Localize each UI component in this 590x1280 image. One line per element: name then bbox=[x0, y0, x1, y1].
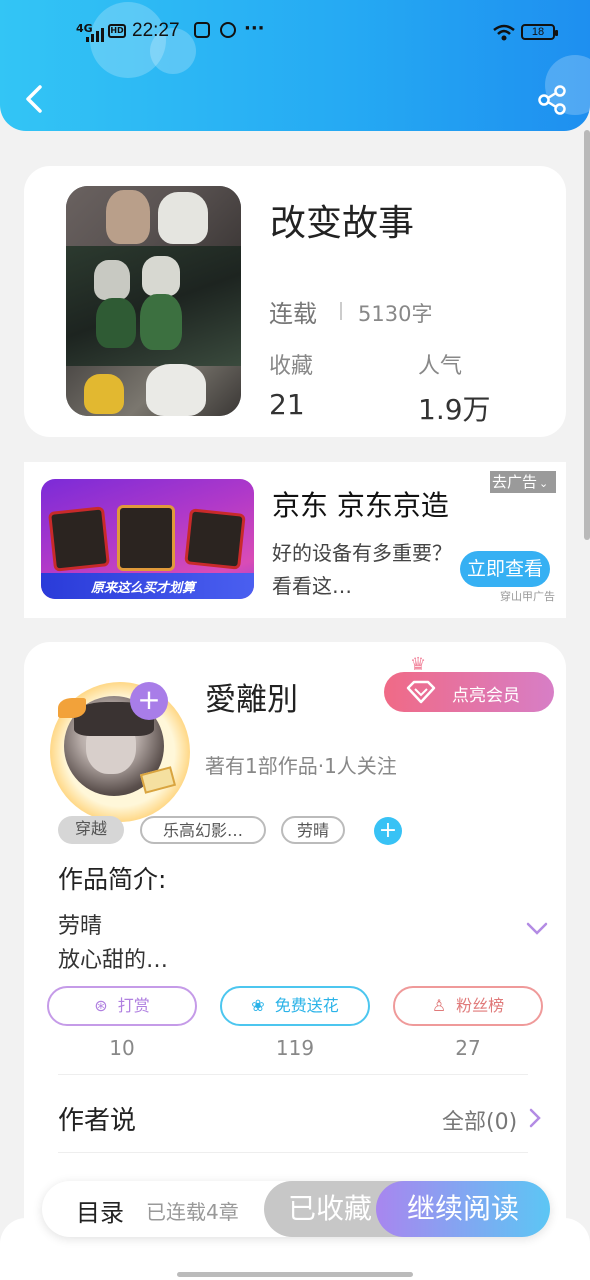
diamond-icon bbox=[406, 680, 436, 704]
book-title: 改变故事 bbox=[270, 203, 415, 244]
ad-source: 穿山甲广告 bbox=[500, 590, 555, 603]
divider bbox=[58, 1074, 528, 1075]
tag-chip[interactable]: 乐高幻影… bbox=[140, 816, 266, 844]
leaf-decor-icon bbox=[58, 698, 86, 718]
book-info-card: 改变故事 连载 5130字 收藏 人气 21 1.9万 bbox=[24, 166, 566, 437]
popularity-label: 人气 bbox=[418, 354, 463, 379]
signal-icon bbox=[86, 28, 106, 42]
more-notifications-icon: ··· bbox=[244, 18, 265, 39]
ad-description: 好的设备有多重要？看看这… bbox=[272, 541, 452, 598]
author-says-heading: 作者说 bbox=[58, 1106, 137, 1136]
close-ad-label: 去广告 bbox=[492, 473, 538, 491]
flower-count: 119 bbox=[275, 1036, 315, 1060]
chapter-count: 已连载4章 bbox=[146, 1200, 239, 1224]
word-count: 5130字 bbox=[358, 302, 433, 326]
ad-cta-button[interactable]: 立即查看 bbox=[460, 551, 550, 587]
status-bar: 4G HD 22:27 ··· 18 bbox=[0, 18, 590, 48]
fans-count: 27 bbox=[455, 1036, 481, 1060]
ad-banner[interactable]: 原来这么买才划算 京东 京东京造 好的设备有多重要？看看这… 去广告 ⌄ 立即查看… bbox=[24, 462, 566, 618]
intro-heading: 作品简介: bbox=[58, 865, 167, 894]
battery-icon: 18 bbox=[521, 24, 558, 40]
chevron-down-icon: ⌄ bbox=[539, 477, 549, 490]
author-name: 愛離別 bbox=[205, 682, 298, 718]
author-says-all-link[interactable]: 全部(0) bbox=[442, 1104, 517, 1136]
fans-ranking-button[interactable]: ♙ 粉丝榜 bbox=[393, 986, 543, 1026]
tag-chip[interactable]: 穿越 bbox=[58, 816, 124, 844]
ad-image[interactable]: 原来这么买才划算 bbox=[41, 479, 254, 599]
continue-reading-button[interactable]: 继续阅读 bbox=[376, 1181, 550, 1237]
home-indicator[interactable] bbox=[177, 1272, 413, 1277]
popularity-value: 1.9万 bbox=[418, 393, 491, 426]
hd-badge: HD bbox=[108, 24, 126, 38]
share-icon[interactable] bbox=[536, 84, 568, 116]
divider bbox=[58, 1152, 528, 1153]
fans-icon: ♙ bbox=[431, 996, 447, 1015]
fans-label: 粉丝榜 bbox=[456, 996, 505, 1015]
clock: 22:27 bbox=[132, 20, 180, 41]
ad-title: 京东 京东京造 bbox=[272, 489, 449, 522]
camera-icon bbox=[194, 22, 210, 38]
vip-label: 点亮会员 bbox=[452, 686, 520, 706]
bottom-action-bar: 目录 已连载4章 已收藏 继续阅读 bbox=[42, 1181, 550, 1237]
expand-chevron-icon[interactable] bbox=[526, 922, 548, 936]
vip-button[interactable]: ♛ 点亮会员 bbox=[384, 654, 554, 712]
book-cover-image[interactable] bbox=[66, 186, 241, 416]
reward-count: 10 bbox=[109, 1036, 135, 1060]
favorites-value: 21 bbox=[269, 388, 305, 421]
tag-chip[interactable]: 劳晴 bbox=[281, 816, 345, 844]
reward-label: 打赏 bbox=[117, 996, 150, 1015]
crown-icon: ♛ bbox=[410, 654, 427, 675]
favorites-label: 收藏 bbox=[269, 354, 314, 379]
compass-icon bbox=[220, 22, 236, 38]
intro-line: 劳晴 bbox=[58, 914, 103, 939]
yen-icon: ⊛ bbox=[94, 996, 108, 1015]
back-icon[interactable] bbox=[22, 84, 52, 114]
add-tag-button[interactable]: + bbox=[374, 817, 402, 845]
send-flower-button[interactable]: ❀ 免费送花 bbox=[220, 986, 370, 1026]
divider bbox=[340, 302, 342, 320]
follow-plus-button[interactable]: + bbox=[130, 682, 168, 720]
flower-icon: ❀ bbox=[251, 996, 265, 1015]
ad-banner-text: 原来这么买才划算 bbox=[91, 581, 196, 596]
close-ad-button[interactable]: 去广告 ⌄ bbox=[490, 471, 556, 493]
wifi-icon bbox=[493, 24, 515, 41]
serial-status: 连载 bbox=[269, 300, 317, 328]
chevron-right-icon[interactable] bbox=[528, 1108, 542, 1128]
reward-button[interactable]: ⊛ 打赏 bbox=[47, 986, 197, 1026]
intro-line: 放心甜的… bbox=[58, 948, 169, 973]
flower-label: 免费送花 bbox=[274, 996, 339, 1015]
top-header: 4G HD 22:27 ··· 18 bbox=[0, 0, 590, 131]
scrollbar[interactable] bbox=[584, 130, 590, 540]
toc-button[interactable]: 目录 bbox=[76, 1193, 124, 1228]
author-info: 著有1部作品·1人关注 bbox=[205, 754, 397, 778]
